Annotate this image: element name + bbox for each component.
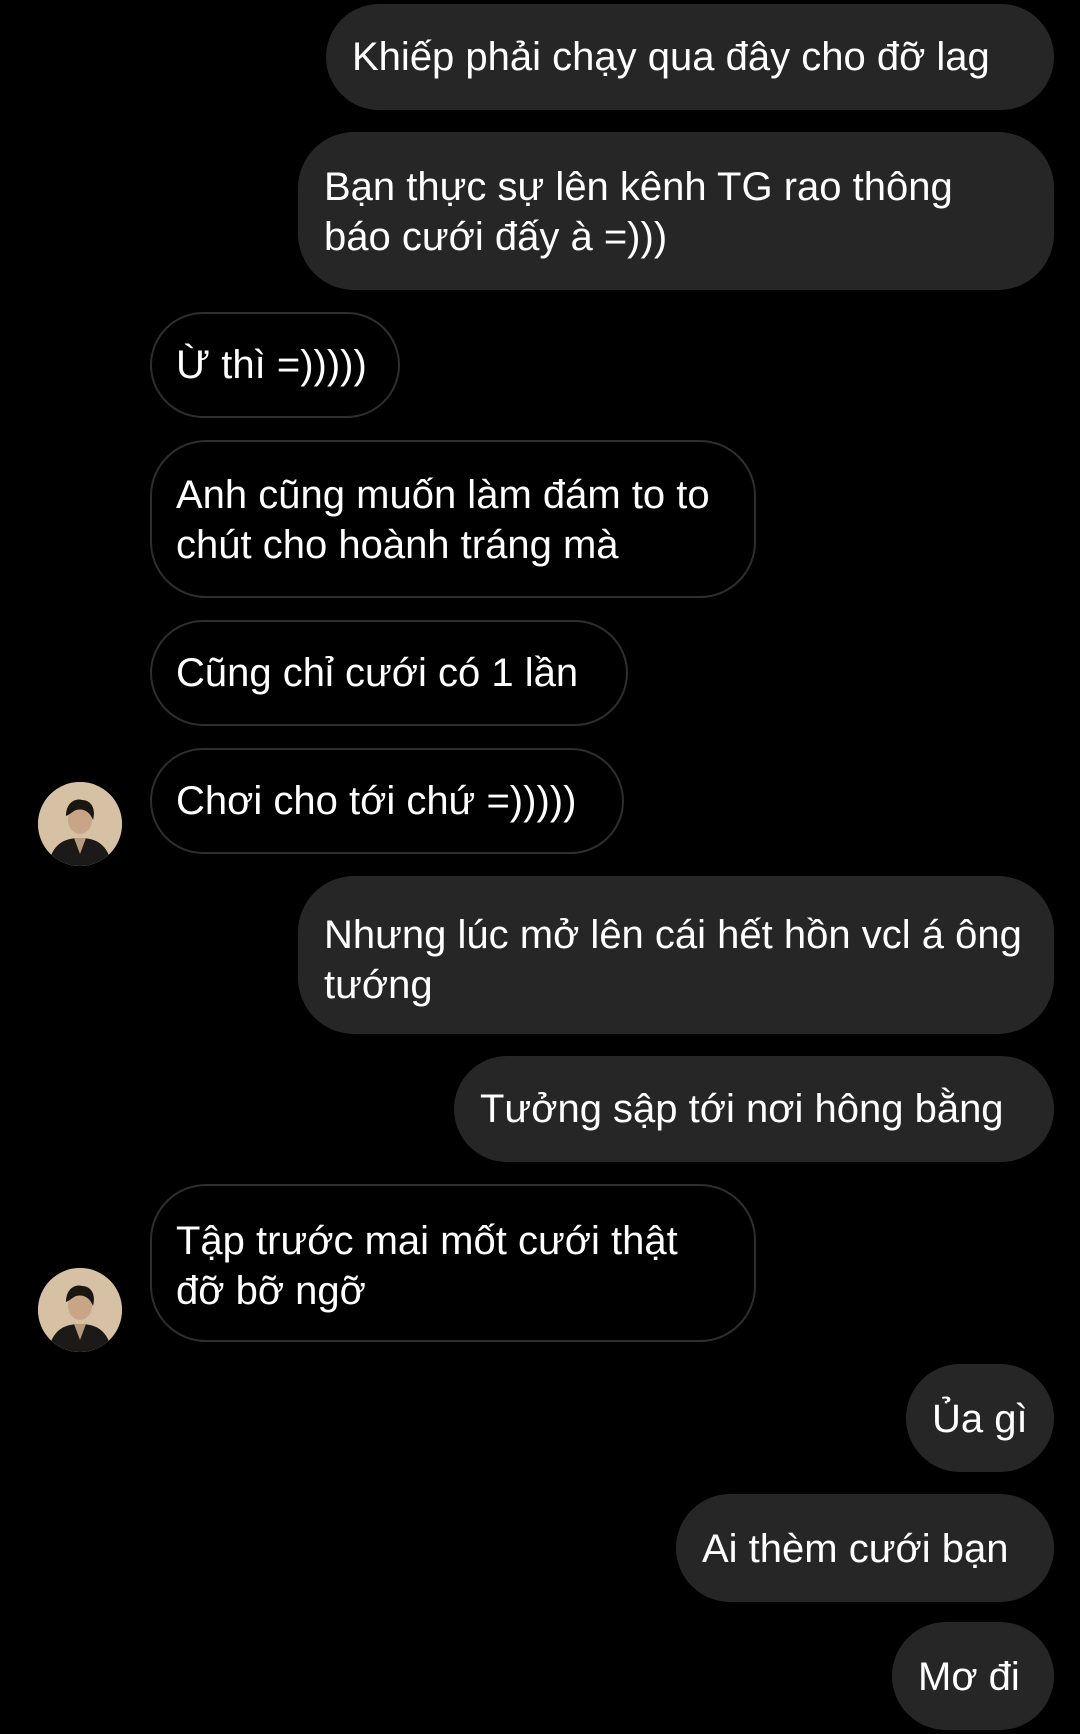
message-bubble-received[interactable]: Ừ thì =))))) bbox=[150, 312, 400, 418]
avatar-photo-icon bbox=[38, 1268, 122, 1352]
message-bubble-received[interactable]: Cũng chỉ cưới có 1 lần bbox=[150, 620, 628, 726]
message-bubble-sent[interactable]: Bạn thực sự lên kênh TG rao thông báo cư… bbox=[298, 132, 1054, 290]
avatar-photo-icon bbox=[38, 782, 122, 866]
message-bubble-sent[interactable]: Nhưng lúc mở lên cái hết hồn vcl á ông t… bbox=[298, 876, 1054, 1034]
message-bubble-sent[interactable]: Khiếp phải chạy qua đây cho đỡ lag bbox=[326, 4, 1054, 110]
message-bubble-sent[interactable]: Tưởng sập tới nơi hông bằng bbox=[454, 1056, 1054, 1162]
contact-avatar[interactable] bbox=[38, 782, 122, 866]
message-bubble-received[interactable]: Tập trước mai mốt cưới thật đỡ bỡ ngỡ bbox=[150, 1184, 756, 1342]
message-bubble-sent[interactable]: Ai thèm cưới bạn bbox=[676, 1494, 1054, 1602]
message-bubble-received[interactable]: Anh cũng muốn làm đám to to chút cho hoà… bbox=[150, 440, 756, 598]
message-bubble-received[interactable]: Chơi cho tới chứ =))))) bbox=[150, 748, 624, 854]
message-bubble-sent[interactable]: Mơ đi bbox=[892, 1622, 1054, 1730]
message-bubble-sent[interactable]: Ủa gì bbox=[906, 1364, 1054, 1472]
contact-avatar[interactable] bbox=[38, 1268, 122, 1352]
